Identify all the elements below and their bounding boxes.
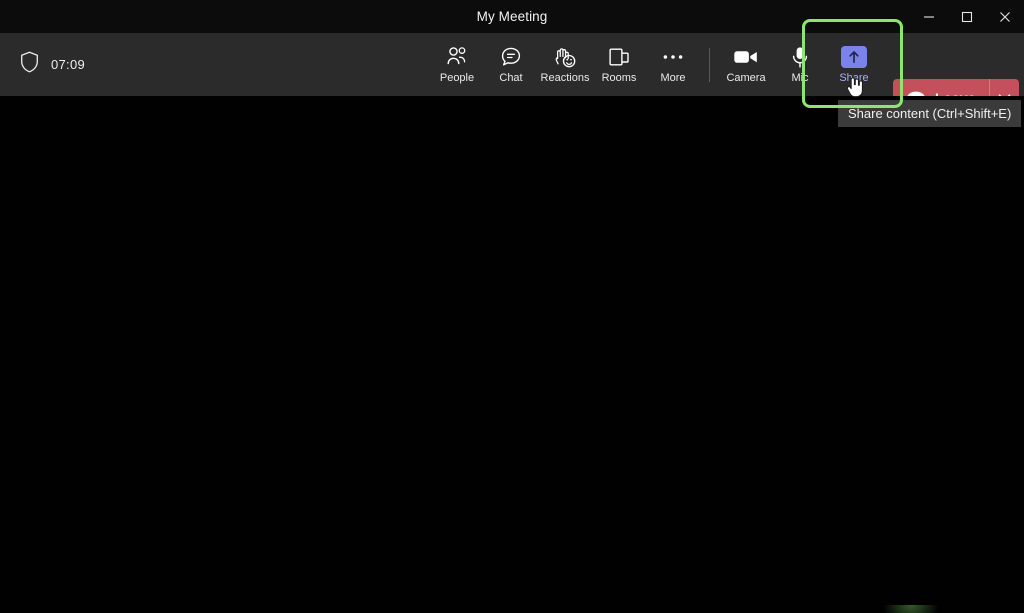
camera-button[interactable]: Camera [719, 37, 773, 93]
toolbar-actions: People Chat Reactions Rooms More Camera … [430, 33, 881, 96]
reactions-icon [553, 45, 577, 69]
shield-icon [20, 51, 39, 78]
close-button[interactable] [986, 0, 1024, 33]
more-label: More [660, 72, 686, 84]
close-icon [999, 11, 1011, 23]
rooms-label: Rooms [601, 72, 637, 84]
microphone-icon [791, 45, 809, 69]
mic-label: Mic [791, 72, 809, 84]
toolbar-divider [709, 47, 710, 82]
share-arrow-up-icon [841, 46, 867, 68]
minimize-icon [923, 11, 935, 23]
share-button[interactable]: Share [827, 37, 881, 93]
title-bar: My Meeting [0, 0, 1024, 33]
share-tooltip: Share content (Ctrl+Shift+E) [838, 100, 1022, 127]
teams-meeting-window: My Meeting 07:09 People Chat Reactions R… [0, 0, 1024, 613]
share-label: Share [839, 72, 869, 84]
camera-label: Camera [726, 72, 766, 84]
rooms-button[interactable]: Rooms [592, 37, 646, 93]
people-button[interactable]: People [430, 37, 484, 93]
rooms-icon [608, 45, 630, 69]
stage-bottom-glow [884, 605, 938, 613]
people-label: People [439, 72, 475, 84]
window-title: My Meeting [476, 9, 548, 24]
toolbar-left-group: 07:09 [0, 51, 85, 78]
more-icon [662, 45, 684, 69]
maximize-icon [961, 11, 973, 23]
chat-label: Chat [499, 72, 523, 84]
window-controls [910, 0, 1024, 33]
camera-icon [733, 45, 759, 69]
chat-icon [500, 45, 522, 69]
mic-button[interactable]: Mic [773, 37, 827, 93]
minimize-button[interactable] [910, 0, 948, 33]
meeting-stage [0, 96, 1024, 613]
tooltip-text: Share content (Ctrl+Shift+E) [848, 106, 1012, 121]
reactions-label: Reactions [540, 72, 590, 84]
chat-button[interactable]: Chat [484, 37, 538, 93]
people-icon [446, 45, 469, 69]
reactions-button[interactable]: Reactions [538, 37, 592, 93]
meeting-toolbar: 07:09 People Chat Reactions Rooms More C… [0, 33, 1024, 116]
share-icon-wrap [841, 45, 867, 69]
maximize-button[interactable] [948, 0, 986, 33]
meeting-timer: 07:09 [51, 57, 86, 72]
more-button[interactable]: More [646, 37, 700, 93]
